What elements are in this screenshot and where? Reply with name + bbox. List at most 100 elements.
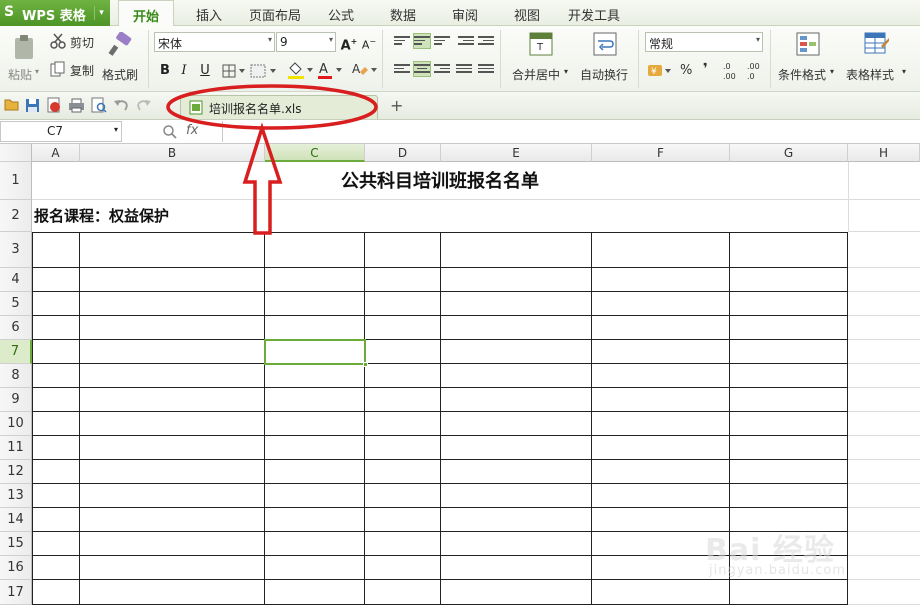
table-cell-a3[interactable] (32, 232, 80, 268)
row-header-14[interactable]: 14 (0, 508, 32, 532)
decrease-font-size-icon[interactable]: A− (360, 33, 378, 52)
tab-formulas[interactable]: 公式 (328, 5, 354, 24)
row-header-17[interactable]: 17 (0, 580, 32, 605)
italic-button[interactable]: I (175, 62, 193, 80)
table-cell-e14[interactable] (441, 508, 592, 532)
table-cell-c16[interactable] (265, 556, 365, 580)
table-cell-f13[interactable] (592, 484, 730, 508)
table-cell-e6[interactable] (441, 316, 592, 340)
table-cell-f16[interactable] (592, 556, 730, 580)
table-cell-b10[interactable] (80, 412, 265, 436)
column-header-b[interactable]: B (80, 144, 265, 162)
table-cell-a17[interactable] (32, 580, 80, 605)
table-cell-d13[interactable] (365, 484, 441, 508)
sheet-title[interactable]: 公共科目培训班报名名单 (32, 162, 848, 200)
table-cell-f6[interactable] (592, 316, 730, 340)
clear-format-icon[interactable]: A (350, 60, 378, 80)
table-cell-f17[interactable] (592, 580, 730, 605)
table-cell-f15[interactable] (592, 532, 730, 556)
table-cell-d4[interactable] (365, 268, 441, 292)
wps-app-menu[interactable]: S WPS 表格 ▾ (0, 0, 110, 26)
table-cell-b15[interactable] (80, 532, 265, 556)
decrease-indent-icon[interactable] (458, 34, 474, 48)
table-cell-g12[interactable] (730, 460, 848, 484)
table-cell-b13[interactable] (80, 484, 265, 508)
comma-style-button[interactable]: ❜ (703, 61, 708, 77)
row-header-16[interactable]: 16 (0, 556, 32, 580)
table-cell-f12[interactable] (592, 460, 730, 484)
table-cell-c9[interactable] (265, 388, 365, 412)
conditional-format-button[interactable]: 条件格式 ▾ (776, 30, 840, 86)
table-cell-b7[interactable] (80, 340, 265, 364)
table-cell-b9[interactable] (80, 388, 265, 412)
table-style-button[interactable]: 表格样式 ▾ (844, 30, 914, 86)
table-cell-d14[interactable] (365, 508, 441, 532)
table-cell-a10[interactable] (32, 412, 80, 436)
table-cell-b3[interactable] (80, 232, 265, 268)
table-cell-a12[interactable] (32, 460, 80, 484)
table-cell-g7[interactable] (730, 340, 848, 364)
increase-indent-icon[interactable] (478, 34, 494, 48)
table-cell-d12[interactable] (365, 460, 441, 484)
table-cell-b5[interactable] (80, 292, 265, 316)
row-header-10[interactable]: 10 (0, 412, 32, 436)
table-cell-d7[interactable] (365, 340, 441, 364)
table-cell-a6[interactable] (32, 316, 80, 340)
table-cell-g14[interactable] (730, 508, 848, 532)
paste-button[interactable]: 粘贴 ▾ (6, 30, 42, 86)
table-cell-f10[interactable] (592, 412, 730, 436)
align-left-icon[interactable] (394, 62, 410, 76)
copy-button[interactable]: 复制 (50, 60, 98, 80)
column-header-c[interactable]: C (265, 144, 365, 162)
table-cell-a8[interactable] (32, 364, 80, 388)
tab-insert[interactable]: 插入 (196, 5, 222, 24)
table-cell-f9[interactable] (592, 388, 730, 412)
table-cell-g13[interactable] (730, 484, 848, 508)
table-cell-d17[interactable] (365, 580, 441, 605)
column-header-d[interactable]: D (365, 144, 441, 162)
row-header-6[interactable]: 6 (0, 316, 32, 340)
table-cell-a14[interactable] (32, 508, 80, 532)
table-cell-b12[interactable] (80, 460, 265, 484)
row-header-8[interactable]: 8 (0, 364, 32, 388)
font-color-icon[interactable]: A (316, 60, 344, 80)
table-cell-f7[interactable] (592, 340, 730, 364)
row-header-4[interactable]: 4 (0, 268, 32, 292)
print-preview-icon[interactable] (91, 97, 107, 114)
row-header-7[interactable]: 7 (0, 340, 32, 364)
table-cell-f5[interactable] (592, 292, 730, 316)
row-header-12[interactable]: 12 (0, 460, 32, 484)
table-cell-f14[interactable] (592, 508, 730, 532)
table-cell-a16[interactable] (32, 556, 80, 580)
table-cell-e16[interactable] (441, 556, 592, 580)
table-cell-c15[interactable] (265, 532, 365, 556)
table-cell-c14[interactable] (265, 508, 365, 532)
row-header-13[interactable]: 13 (0, 484, 32, 508)
app-menu-dropdown-icon[interactable]: ▾ (94, 6, 108, 20)
table-cell-c5[interactable] (265, 292, 365, 316)
table-cell-c17[interactable] (265, 580, 365, 605)
table-cell-a11[interactable] (32, 436, 80, 460)
fill-handle[interactable] (363, 362, 368, 367)
row-header-2[interactable]: 2 (0, 200, 32, 232)
undo-icon[interactable] (113, 98, 129, 112)
table-cell-b11[interactable] (80, 436, 265, 460)
merge-dropdown-icon[interactable]: ▾ (564, 67, 568, 76)
row-header-3[interactable]: 3 (0, 232, 32, 268)
table-cell-a9[interactable] (32, 388, 80, 412)
table-cell-e15[interactable] (441, 532, 592, 556)
paste-dropdown-icon[interactable]: ▾ (35, 67, 39, 76)
align-top-icon[interactable] (394, 34, 410, 48)
conditional-format-dropdown-icon[interactable]: ▾ (830, 67, 834, 76)
table-cell-d6[interactable] (365, 316, 441, 340)
table-cell-f3[interactable] (592, 232, 730, 268)
table-cell-d9[interactable] (365, 388, 441, 412)
percent-button[interactable]: % (680, 63, 692, 78)
formula-input[interactable] (222, 121, 920, 142)
font-name-select[interactable]: 宋体 ▾ (154, 32, 275, 52)
increase-decimal-icon[interactable]: .0.00 (722, 60, 742, 82)
insert-function-button[interactable]: fx (186, 123, 198, 138)
table-cell-e5[interactable] (441, 292, 592, 316)
table-cell-e17[interactable] (441, 580, 592, 605)
table-cell-b17[interactable] (80, 580, 265, 605)
